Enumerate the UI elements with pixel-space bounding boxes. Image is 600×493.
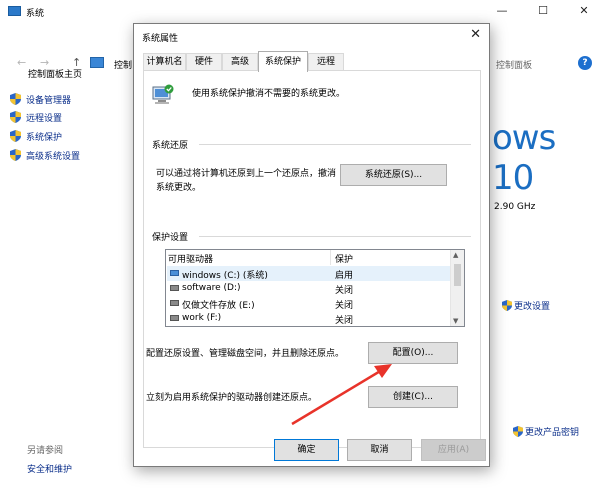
drive-row[interactable]: 仅做文件存放 (E:) 关闭 [167,296,450,311]
system-window-title: 系统 [26,9,45,19]
drive-status: 启用 [335,271,354,281]
drive-icon [170,285,179,291]
create-description: 立刻为启用系统保护的驱动器创建还原点。 [146,393,318,403]
system-properties-dialog: 系统属性 ✕ 计算机名 硬件 高级 系统保护 远程 使用系统保护撤消不需要的系统… [133,23,490,467]
system-drive-icon [170,270,179,276]
shield-icon [10,93,21,105]
shield-icon [10,149,21,161]
drive-name: software (D:) [182,283,241,293]
dialog-title: 系统属性 [142,34,179,44]
minimize-button[interactable]: — [494,4,510,18]
drive-icon [170,300,179,306]
see-also-heading: 另请参阅 [27,446,64,456]
drive-name: 仅做文件存放 (E:) [182,301,255,311]
drive-name: windows (C:) (系统) [182,271,268,281]
device-manager-label: 设备管理器 [26,96,72,106]
configure-button[interactable]: 配置(O)... [368,342,458,364]
scroll-down-icon[interactable]: ▼ [453,317,458,325]
windows-10-logo-text: ows 10 [492,118,556,198]
create-button[interactable]: 创建(C)... [368,386,458,408]
divider [199,144,471,145]
scroll-up-icon[interactable]: ▲ [453,251,458,259]
remote-settings-link[interactable]: 远程设置 [10,111,62,125]
change-settings-link[interactable]: 更改设置 [502,299,550,312]
system-protection-link[interactable]: 系统保护 [10,130,62,144]
system-window-titlebar: 系统 — ☐ ✕ [0,0,600,24]
change-product-key-label: 更改产品密钥 [525,428,580,438]
maximize-button[interactable]: ☐ [535,4,551,18]
apply-button[interactable]: 应用(A) [421,439,486,461]
shield-icon [513,426,523,437]
divider [199,236,471,237]
system-window-icon [8,6,21,16]
system-protection-icon [152,84,174,104]
drive-list-scrollbar[interactable]: ▲ ▼ [450,250,464,326]
search-box[interactable]: 控制面板 [496,58,532,71]
ok-button[interactable]: 确定 [274,439,339,461]
drive-icon [170,315,179,321]
control-panel-home-link[interactable]: 控制面板主页 [28,67,82,80]
remote-settings-label: 远程设置 [26,114,63,124]
drive-row[interactable]: work (F:) 关闭 [167,311,450,326]
protection-settings-heading: 保护设置 [152,233,189,243]
change-settings-label: 更改设置 [514,302,551,312]
security-maintenance-link[interactable]: 安全和维护 [27,462,72,475]
shield-icon [10,130,21,142]
tab-remote[interactable]: 远程 [308,53,344,71]
configure-description: 配置还原设置、管理磁盘空间，并且删除还原点。 [146,349,345,359]
shield-icon [10,111,21,123]
drive-list[interactable]: 可用驱动器 保护 windows (C:) (系统) 启用 software (… [165,249,465,327]
tab-hardware[interactable]: 硬件 [186,53,222,71]
drive-status: 关闭 [335,301,354,311]
drive-status: 关闭 [335,286,354,296]
intro-text: 使用系统保护撤消不需要的系统更改。 [192,89,346,99]
tab-system-protection[interactable]: 系统保护 [258,51,308,72]
cancel-button[interactable]: 取消 [347,439,412,461]
column-divider[interactable] [330,250,331,265]
column-header-drive[interactable]: 可用驱动器 [168,252,213,265]
help-icon[interactable]: ? [578,56,592,70]
scroll-thumb[interactable] [454,264,461,286]
tab-advanced[interactable]: 高级 [222,53,258,71]
drive-row[interactable]: windows (C:) (系统) 启用 [167,266,450,281]
shield-icon [502,300,512,311]
system-restore-heading: 系统还原 [152,141,189,151]
column-header-protection[interactable]: 保护 [335,252,353,265]
device-manager-link[interactable]: 设备管理器 [10,93,71,107]
system-protection-label: 系统保护 [26,133,63,143]
change-product-key-link[interactable]: 更改产品密钥 [513,425,579,438]
drive-row[interactable]: software (D:) 关闭 [167,281,450,296]
drive-status: 关闭 [335,316,354,326]
dialog-close-button[interactable]: ✕ [470,27,481,42]
advanced-system-settings-label: 高级系统设置 [26,152,81,162]
tab-computer-name[interactable]: 计算机名 [143,53,186,71]
drive-name: work (F:) [182,313,222,323]
system-restore-description: 可以通过将计算机还原到上一个还原点，撤消系统更改。 [156,169,337,193]
advanced-system-settings-link[interactable]: 高级系统设置 [10,149,80,163]
close-window-button[interactable]: ✕ [576,4,592,18]
cpu-speed-value: 2.90 GHz [494,202,536,212]
system-restore-button[interactable]: 系统还原(S)... [340,164,447,186]
